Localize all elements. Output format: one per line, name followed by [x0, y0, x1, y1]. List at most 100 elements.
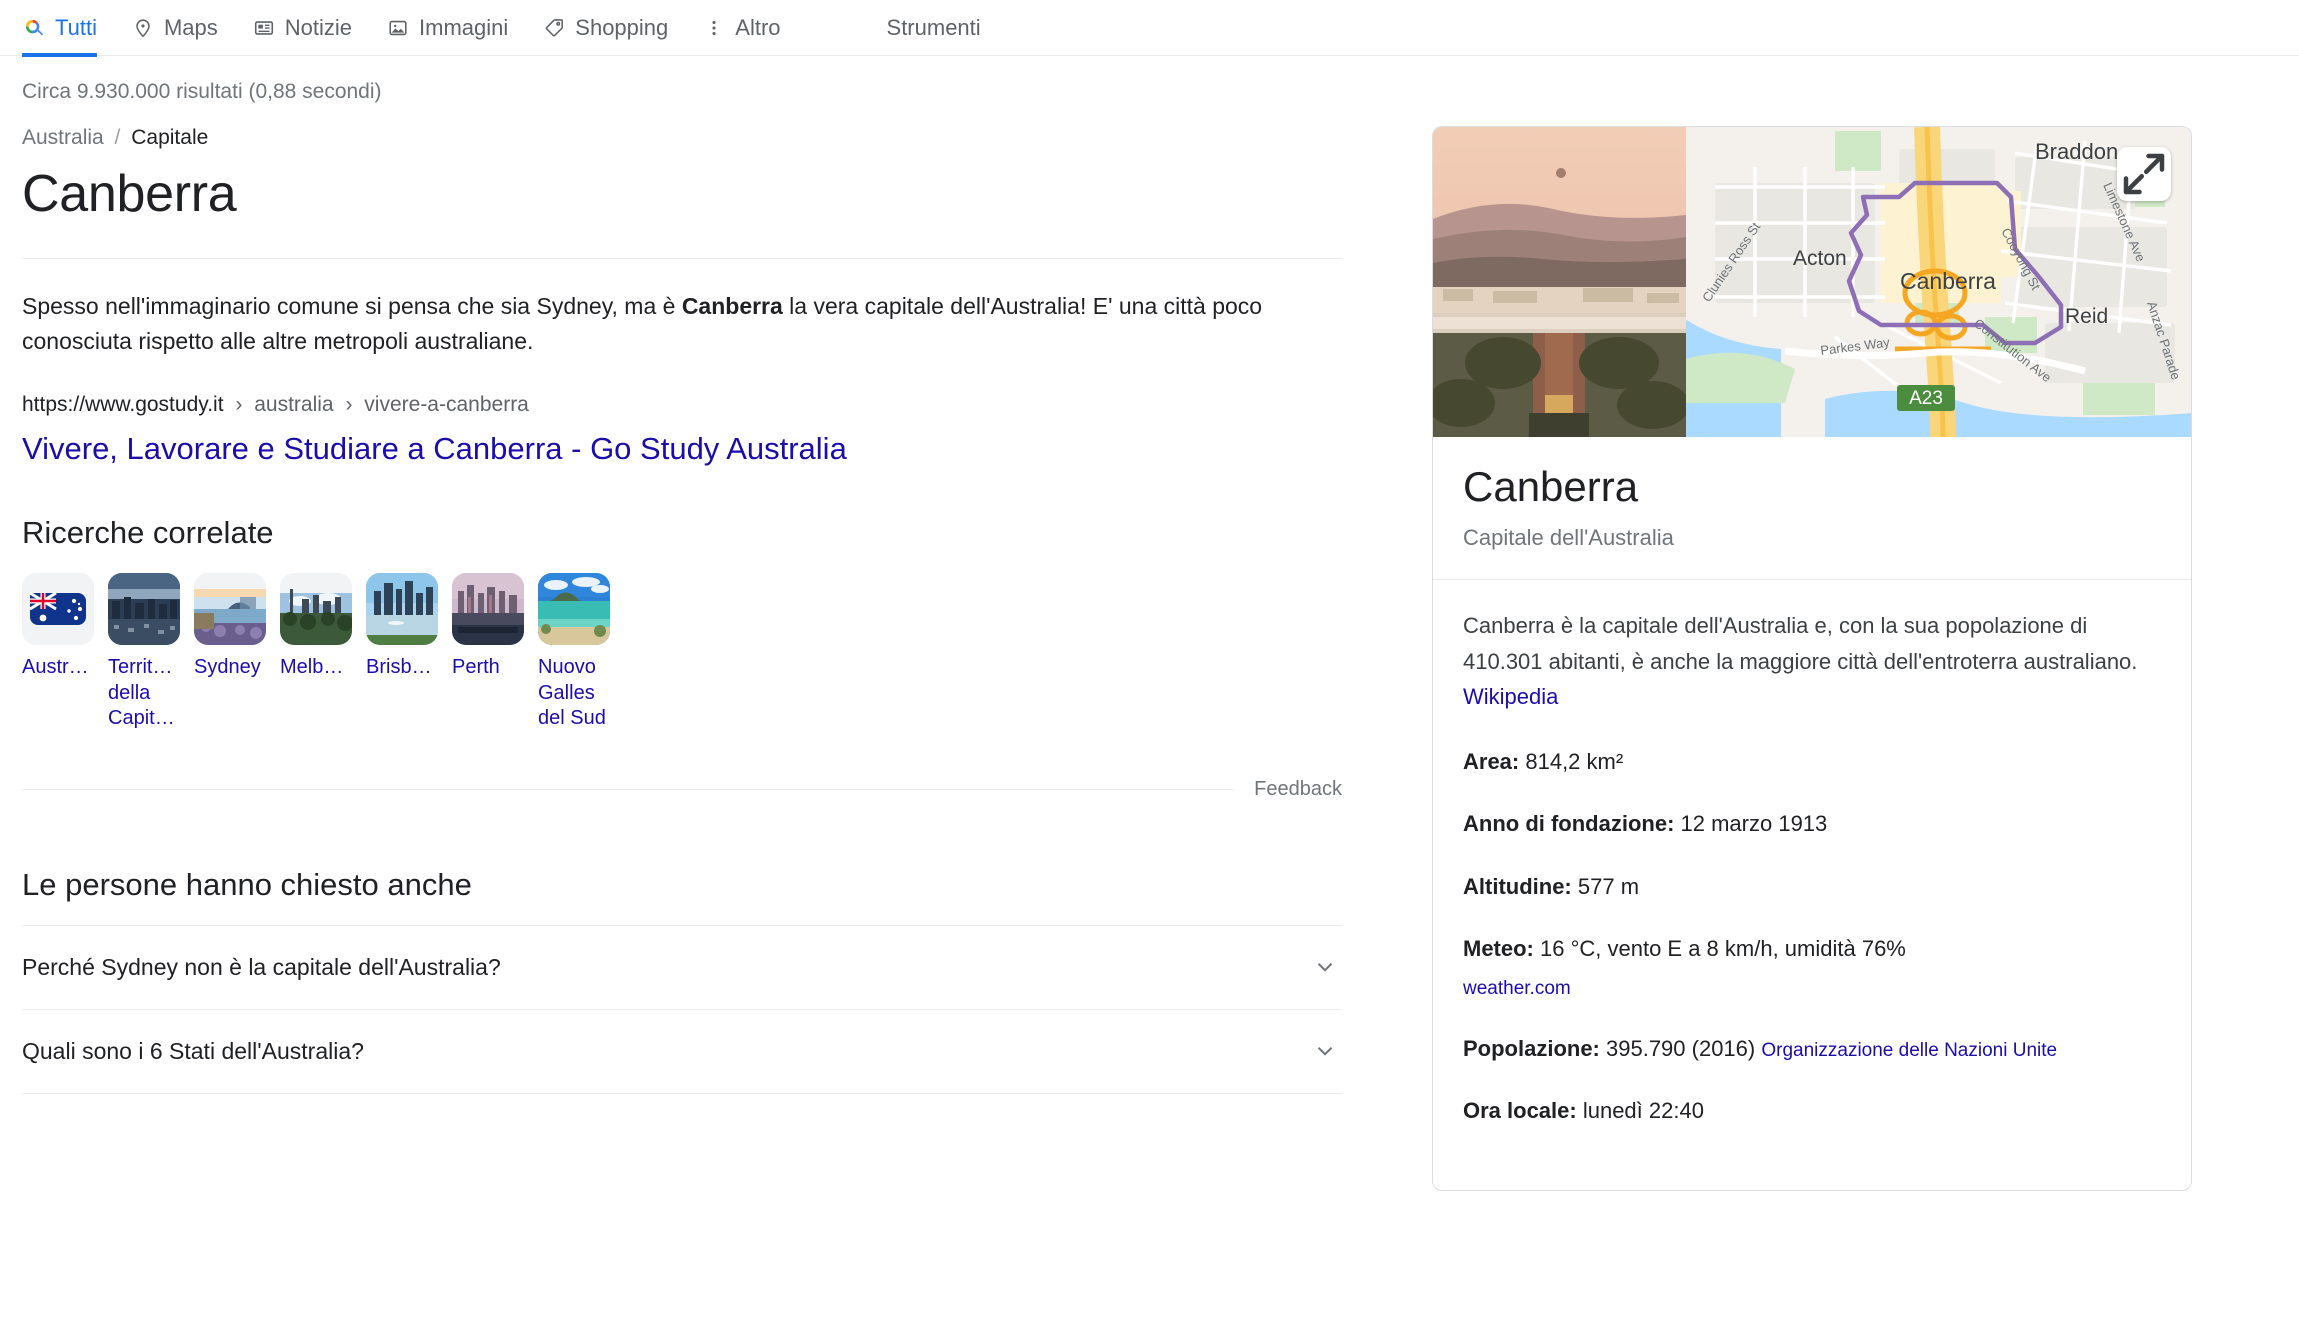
knowledge-panel-media: Braddon Acton Canberra Reid Clunies Ross… [1433, 127, 2191, 437]
nav-tab-label: Immagini [419, 14, 509, 40]
expand-icon [2123, 153, 2165, 195]
nav-tab-maps[interactable]: Maps [131, 0, 218, 56]
results-page: Australia / Capitale Canberra Spesso nel… [0, 104, 2299, 1192]
page-title: Canberra [22, 165, 237, 223]
related-search-item[interactable]: Melb… [280, 572, 352, 732]
knowledge-panel-column: Braddon Acton Canberra Reid Clunies Ross… [1432, 126, 2192, 1192]
expand-map-button[interactable] [2117, 147, 2171, 201]
fact-weather: Meteo: 16 °C, vento E a 8 km/h, umidità … [1463, 932, 2161, 1004]
feedback-divider [22, 788, 1235, 790]
map-label-canberra: Canberra [1900, 268, 1996, 294]
tag-icon [542, 16, 566, 40]
svg-text:A23: A23 [1909, 388, 1943, 409]
nav-tab-label: Altro [735, 14, 781, 40]
url-domain: https://www.gostudy.it [22, 392, 224, 416]
paa-question-row[interactable]: Perché Sydney non è la capitale dell'Aus… [22, 924, 1342, 1009]
feedback-link[interactable]: Feedback [1254, 778, 1342, 801]
fact-label: Area: [1463, 748, 1520, 774]
result-title-link[interactable]: Vivere, Lavorare e Studiare a Canberra -… [22, 431, 847, 467]
fact-value: lunedì 22:40 [1576, 1098, 1704, 1124]
url-segment-1: australia [254, 392, 334, 416]
map-label-braddon: Braddon [2035, 139, 2118, 164]
related-search-label: Sydney [194, 655, 261, 678]
related-search-item[interactable]: Sydney [194, 572, 266, 732]
nav-tab-notizie[interactable]: Notizie [252, 0, 352, 56]
related-search-label: Perth [452, 655, 500, 678]
related-searches-heading: Ricerche correlate [22, 514, 274, 550]
paa-question-text: Quali sono i 6 Stati dell'Australia? [22, 1037, 364, 1064]
related-search-label: Territ… della Capit… [108, 655, 175, 730]
fact-local-time: Ora locale: lunedì 22:40 [1463, 1094, 2161, 1128]
featured-snippet: Spesso nell'immaginario comune si pensa … [22, 289, 1342, 359]
more-vertical-icon [702, 16, 726, 40]
chevron-down-icon[interactable] [1312, 954, 1338, 980]
nav-tab-label: Maps [163, 14, 218, 40]
fact-value: 577 m [1571, 873, 1640, 899]
australia-flag-thumb [22, 572, 94, 645]
population-source-link[interactable]: Organizzazione delle Nazioni Unite [1761, 1040, 2057, 1061]
knowledge-panel-subtitle: Capitale dell'Australia [1463, 525, 1674, 550]
related-search-label: Austr… [22, 655, 89, 678]
nav-tab-label: Notizie [284, 14, 353, 40]
knowledge-panel: Braddon Acton Canberra Reid Clunies Ross… [1432, 126, 2192, 1192]
people-also-ask-section: Le persone hanno chiesto anche Perché Sy… [22, 867, 1342, 1094]
nav-tab-altro[interactable]: Altro [702, 0, 781, 56]
breadcrumb-root[interactable]: Australia [22, 126, 104, 149]
related-search-label: Nuovo Galles del Sud [538, 655, 606, 730]
perth-skyline-thumb [452, 572, 524, 645]
nsw-beach-thumb [538, 572, 610, 645]
url-chevron-icon: › [235, 392, 243, 416]
fact-population: Popolazione: 395.790 (2016) Organizzazio… [1463, 1032, 2161, 1066]
fact-label: Meteo: [1463, 935, 1534, 961]
related-search-item[interactable]: Brisb… [366, 572, 438, 732]
canberra-city-thumb [108, 572, 180, 645]
related-search-item[interactable]: Perth [452, 572, 524, 732]
highway-shield-a23: A23 [1897, 385, 1955, 411]
knowledge-panel-header: Canberra Capitale dell'Australia [1433, 437, 2191, 580]
snippet-text-pre: Spesso nell'immaginario comune si pensa … [22, 293, 682, 319]
nav-tab-shopping[interactable]: Shopping [542, 0, 668, 56]
fact-label: Popolazione: [1463, 1035, 1600, 1061]
canberra-map[interactable]: Braddon Acton Canberra Reid Clunies Ross… [1686, 127, 2191, 437]
related-searches-row: Austr… Territ… della Capit… Sydney Melb…… [22, 572, 1370, 732]
fact-value: 814,2 km² [1519, 748, 1624, 774]
news-icon [252, 16, 276, 40]
chevron-down-icon[interactable] [1312, 1038, 1338, 1064]
breadcrumb-separator: / [114, 126, 121, 149]
people-also-ask-heading: Le persone hanno chiesto anche [22, 866, 472, 902]
result-url[interactable]: https://www.gostudy.it › australia › viv… [22, 393, 1370, 417]
description-text: Canberra è la capitale dell'Australia e,… [1463, 613, 2138, 674]
nav-tab-immagini[interactable]: Immagini [386, 0, 508, 56]
fact-area: Area: 814,2 km² [1463, 745, 2161, 779]
map-pin-icon [131, 16, 155, 40]
feedback-row: Feedback [22, 778, 1342, 801]
melbourne-skyline-thumb [280, 572, 352, 645]
canberra-aerial-photo[interactable] [1433, 127, 1686, 437]
title-divider [22, 258, 1342, 259]
nav-tab-tutti[interactable]: Tutti [22, 0, 97, 57]
wikipedia-link[interactable]: Wikipedia [1463, 684, 1558, 709]
fact-value: 12 marzo 1913 [1674, 811, 1828, 837]
knowledge-panel-body: Canberra è la capitale dell'Australia e,… [1433, 580, 2191, 1190]
tools-button[interactable]: Strumenti [887, 15, 981, 41]
image-icon [386, 16, 410, 40]
paa-question-row[interactable]: Quali sono i 6 Stati dell'Australia? [22, 1008, 1342, 1094]
main-results-column: Australia / Capitale Canberra Spesso nel… [0, 126, 1370, 1094]
paa-question-text: Perché Sydney non è la capitale dell'Aus… [22, 953, 501, 980]
breadcrumb-current: Capitale [131, 126, 209, 149]
fact-label: Ora locale: [1463, 1098, 1577, 1124]
weather-source-link[interactable]: weather.com [1463, 974, 2161, 1004]
fact-value: 16 °C, vento E a 8 km/h, umidità 76% [1533, 935, 1906, 961]
breadcrumb: Australia / Capitale [22, 126, 1370, 150]
related-search-item[interactable]: Territ… della Capit… [108, 572, 180, 732]
related-search-label: Brisb… [366, 655, 432, 678]
related-search-item[interactable]: Austr… [22, 572, 94, 732]
fact-label: Anno di fondazione: [1463, 811, 1675, 837]
fact-label: Altitudine: [1463, 873, 1572, 899]
brisbane-river-thumb [366, 572, 438, 645]
related-search-item[interactable]: Nuovo Galles del Sud [538, 572, 610, 732]
google-search-icon [22, 16, 46, 40]
related-search-label: Melb… [280, 655, 344, 678]
url-chevron-icon: › [345, 392, 353, 416]
nav-tab-label: Tutti [55, 14, 97, 40]
